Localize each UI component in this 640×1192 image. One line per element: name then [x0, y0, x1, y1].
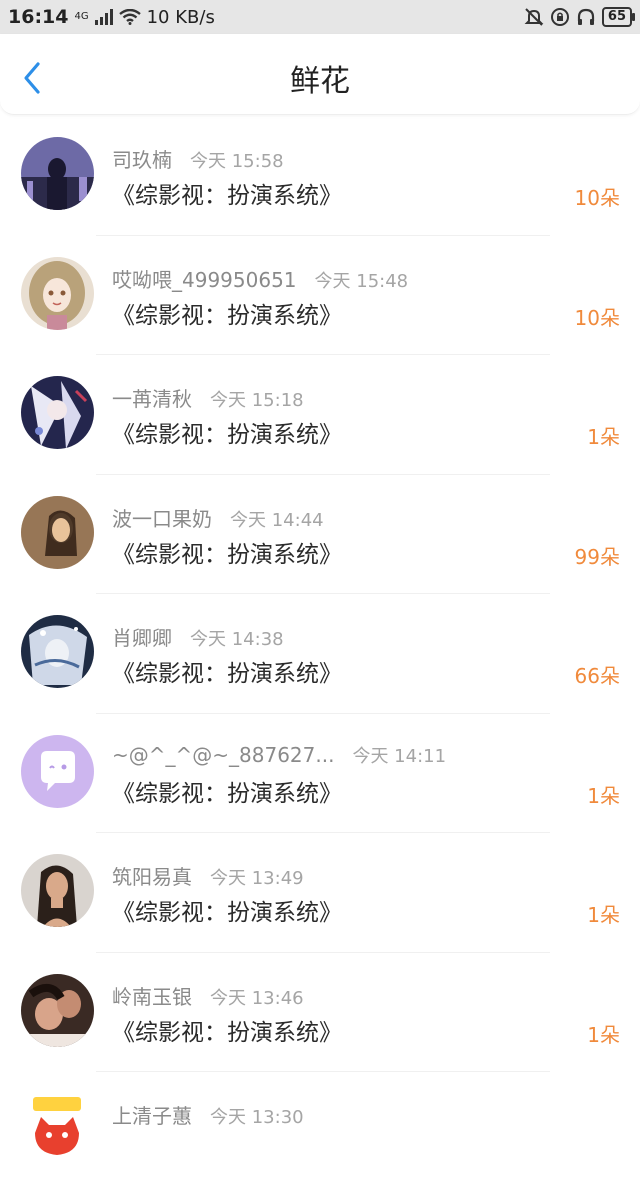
- flower-count: 99朵: [574, 544, 620, 569]
- signal-icon: [94, 9, 113, 25]
- item-meta: ~@^_^@~_887627... 今天 14:11: [112, 742, 446, 768]
- item-meta: 波一口果奶 今天 14:44: [112, 503, 324, 532]
- wifi-icon: [118, 9, 141, 25]
- gift-time: 今天 14:11: [352, 745, 447, 767]
- user-name[interactable]: ~@^_^@~_887627...: [112, 743, 334, 767]
- navigation-header: 鲜花: [0, 34, 640, 115]
- flower-count: 1朵: [587, 783, 620, 808]
- user-name[interactable]: 岭南玉银: [112, 985, 192, 1009]
- item-meta: 上清子蕙 今天 13:30: [112, 1100, 304, 1129]
- flower-count: 66朵: [574, 664, 620, 688]
- book-title: 《综影视：扮演系统》: [112, 780, 342, 807]
- user-name[interactable]: 筑阳易真: [112, 865, 192, 889]
- book-title: 《综影视：扮演系统》: [112, 541, 342, 568]
- user-name[interactable]: 一苒清秋: [112, 387, 192, 411]
- flower-count: 10朵: [574, 186, 620, 210]
- gift-time: 今天 15:58: [190, 151, 284, 172]
- item-meta: 筑阳易真 今天 13:49: [112, 861, 304, 890]
- book-title: 《综影视：扮演系统》: [112, 422, 342, 448]
- battery-indicator: 65: [601, 7, 636, 27]
- flower-gift-list: 司玖楠 今天 15:58 《综影视：扮演系统》 10朵 哎呦喂_499950651…: [0, 116, 640, 1192]
- status-time: 16:14: [8, 6, 69, 28]
- user-name[interactable]: 司玖楠: [112, 148, 172, 172]
- book-title: 《综影视：扮演系统》: [112, 900, 342, 926]
- gift-time: 今天 15:18: [210, 390, 304, 411]
- list-item[interactable]: 上清子蕙 今天 13:30: [0, 1072, 640, 1192]
- user-name[interactable]: 上清子蕙: [112, 1104, 192, 1128]
- item-meta: 岭南玉银 今天 13:46: [112, 981, 304, 1010]
- list-item[interactable]: 一苒清秋 今天 15:18 《综影视：扮演系统》 1朵: [0, 355, 640, 475]
- network-speed: 10 KB/s: [146, 6, 215, 28]
- mute-bell-icon: [524, 8, 544, 26]
- list-item[interactable]: ~@^_^@~_887627... 今天 14:11 《综影视：扮演系统》 1朵: [0, 714, 640, 833]
- flower-count: 1朵: [587, 425, 620, 449]
- avatar[interactable]: [21, 495, 94, 569]
- headphones-icon: [577, 8, 595, 25]
- avatar[interactable]: [21, 137, 94, 210]
- list-item[interactable]: 筑阳易真 今天 13:49 《综影视：扮演系统》 1朵: [0, 833, 640, 953]
- user-name[interactable]: 波一口果奶: [112, 507, 212, 531]
- list-item[interactable]: 岭南玉银 今天 13:46 《综影视：扮演系统》 1朵: [0, 953, 640, 1072]
- flower-count: 1朵: [587, 903, 620, 927]
- list-item[interactable]: 司玖楠 今天 15:58 《综影视：扮演系统》 10朵: [0, 116, 640, 236]
- flower-count: 10朵: [574, 305, 620, 330]
- flower-count: 1朵: [587, 1022, 620, 1047]
- user-name[interactable]: 肖卿卿: [112, 626, 172, 650]
- avatar[interactable]: [21, 376, 94, 449]
- rotation-lock-icon: [550, 8, 569, 26]
- avatar[interactable]: [21, 734, 94, 808]
- network-type: 4G: [74, 11, 89, 22]
- gift-time: 今天 13:46: [210, 987, 304, 1009]
- status-bar: 16:14 4G 10 KB/s 65: [0, 0, 640, 34]
- avatar[interactable]: [21, 973, 94, 1047]
- gift-time: 今天 13:30: [210, 1107, 304, 1128]
- avatar[interactable]: [21, 854, 94, 927]
- item-meta: 司玖楠 今天 15:58: [112, 144, 284, 173]
- item-meta: 肖卿卿 今天 14:38: [112, 622, 284, 651]
- page-title: 鲜花: [290, 64, 350, 99]
- gift-time: 今天 13:49: [210, 868, 304, 889]
- user-name[interactable]: 哎呦喂_499950651: [112, 268, 297, 292]
- book-title: 《综影视：扮演系统》: [112, 302, 342, 329]
- gift-time: 今天 14:44: [230, 509, 324, 531]
- list-item[interactable]: 波一口果奶 今天 14:44 《综影视：扮演系统》 99朵: [0, 475, 640, 594]
- gift-time: 今天 14:38: [190, 629, 284, 650]
- book-title: 《综影视：扮演系统》: [112, 661, 342, 687]
- gift-time: 今天 15:48: [314, 270, 409, 292]
- avatar[interactable]: [21, 1093, 94, 1166]
- item-meta: 一苒清秋 今天 15:18: [112, 383, 304, 412]
- book-title: 《综影视：扮演系统》: [112, 183, 342, 209]
- list-item[interactable]: 肖卿卿 今天 14:38 《综影视：扮演系统》 66朵: [0, 594, 640, 714]
- avatar[interactable]: [21, 615, 94, 688]
- list-item[interactable]: 哎呦喂_499950651 今天 15:48 《综影视：扮演系统》 10朵: [0, 236, 640, 355]
- book-title: 《综影视：扮演系统》: [112, 1019, 342, 1046]
- avatar[interactable]: [21, 256, 94, 330]
- item-meta: 哎呦喂_499950651 今天 15:48: [112, 264, 408, 293]
